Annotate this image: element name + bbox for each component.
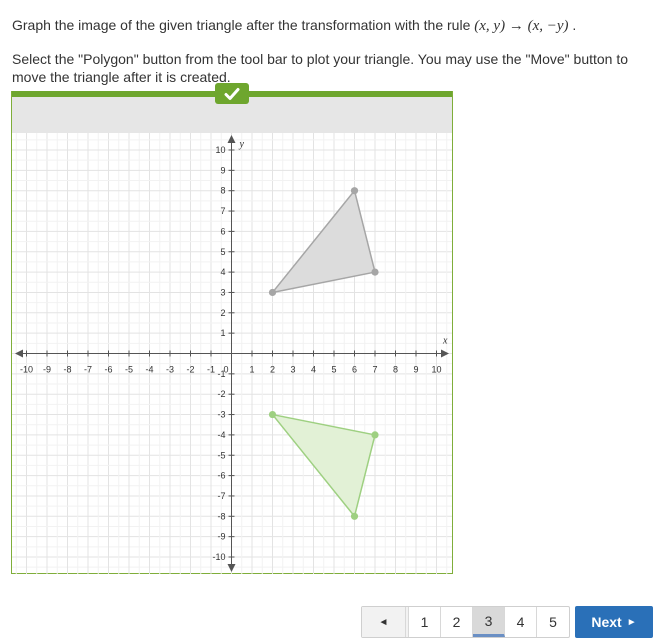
y-tick-label: 5 (220, 247, 225, 257)
checkmark-icon[interactable] (215, 83, 249, 104)
x-tick-label: -3 (166, 365, 174, 375)
given-triangle-vertex[interactable] (350, 187, 359, 195)
next-label: Next (591, 614, 622, 630)
x-tick-label: 6 (352, 365, 357, 375)
coordinate-plane[interactable]: xy-10 -9 -8 -7 -6 -5 -4 -3 -2 -1 1 2 3 4 5 6 7 8 9 10109876… (12, 133, 452, 574)
y-tick-label: 3 (220, 287, 225, 297)
y-tick-label: 2 (220, 308, 225, 318)
x-tick-label: -8 (63, 365, 71, 375)
y-tick-label: 8 (220, 186, 225, 196)
y-tick-label: -2 (217, 389, 225, 399)
x-tick-label: -9 (43, 365, 51, 375)
rule-expression: (x, y) → (x, −y) (474, 18, 568, 34)
image-triangle-vertex[interactable] (268, 410, 277, 419)
y-tick-label: 6 (220, 226, 225, 236)
x-tick-label: -6 (104, 365, 112, 375)
x-tick-label: -1 (207, 365, 215, 375)
x-tick-label: -4 (145, 365, 153, 375)
play-arrow-icon: ► (626, 616, 637, 628)
pagination: ◄ 1 2 3 4 5 (361, 606, 570, 638)
y-tick-label: -8 (217, 511, 225, 521)
y-tick-label: -3 (217, 410, 225, 420)
x-tick-label: 7 (372, 365, 377, 375)
y-tick-label: -4 (217, 430, 225, 440)
y-tick-label: -6 (217, 471, 225, 481)
instructions-text: Select the "Polygon" button from the too… (12, 51, 629, 85)
x-tick-label: -7 (84, 365, 92, 375)
image-triangle-vertex[interactable] (371, 431, 379, 439)
image-triangle-vertex[interactable] (350, 512, 359, 520)
origin-label: 0 (223, 365, 228, 375)
y-tick-label: 4 (220, 267, 225, 277)
page-button-3[interactable]: 3 (473, 607, 505, 637)
rule-lhs: (x, y) (474, 18, 506, 34)
x-axis-arrow-right (441, 349, 449, 358)
previous-button[interactable]: ◄ (362, 607, 406, 637)
x-tick-label: 8 (393, 365, 398, 375)
x-tick-label: 1 (249, 365, 254, 375)
page-button-5[interactable]: 5 (537, 607, 569, 637)
page-button-4[interactable]: 4 (505, 607, 537, 637)
y-axis-arrow-up (227, 135, 236, 143)
y-tick-label: 10 (215, 145, 225, 155)
y-tick-label: -5 (217, 450, 225, 460)
y-tick-label: 1 (220, 328, 225, 338)
x-tick-label: 3 (290, 365, 295, 375)
page-button-2[interactable]: 2 (441, 607, 473, 637)
y-axis-label: y (239, 139, 245, 150)
y-tick-label: -7 (217, 491, 225, 501)
page-button-1[interactable]: 1 (409, 607, 441, 637)
y-tick-label: 7 (220, 206, 225, 216)
y-tick-label: 9 (220, 165, 225, 175)
y-tick-label: -10 (212, 552, 225, 562)
x-tick-label: -2 (186, 365, 194, 375)
question-prompt: Graph the image of the given triangle af… (12, 16, 642, 36)
x-tick-label: 4 (311, 365, 316, 375)
y-tick-label: -9 (217, 532, 225, 542)
x-tick-label: 2 (270, 365, 275, 375)
x-tick-label: -5 (125, 365, 133, 375)
x-tick-label: 10 (431, 365, 441, 375)
y-axis-arrow-down (227, 564, 236, 572)
rule-arrow: → (508, 18, 524, 34)
x-tick-label: 9 (413, 365, 418, 375)
question-text: Graph the image of the given triangle af… (12, 17, 475, 33)
rule-rhs: (x, −y) (527, 18, 569, 34)
graph-widget: x y -10 -9 -8 -7 -6 -5 -4 -3 -2 -1 1 2 3 4 5 6 7 8 9 10 10 9 8 7 6… (11, 83, 453, 574)
given-triangle-vertex[interactable] (371, 268, 379, 276)
x-tick-label: 5 (331, 365, 336, 375)
x-tick-label: -10 (20, 365, 33, 375)
question-suffix: . (568, 17, 577, 33)
next-button[interactable]: Next ► (575, 606, 653, 638)
given-triangle-vertex[interactable] (268, 288, 277, 297)
x-axis-label: x (442, 336, 448, 347)
